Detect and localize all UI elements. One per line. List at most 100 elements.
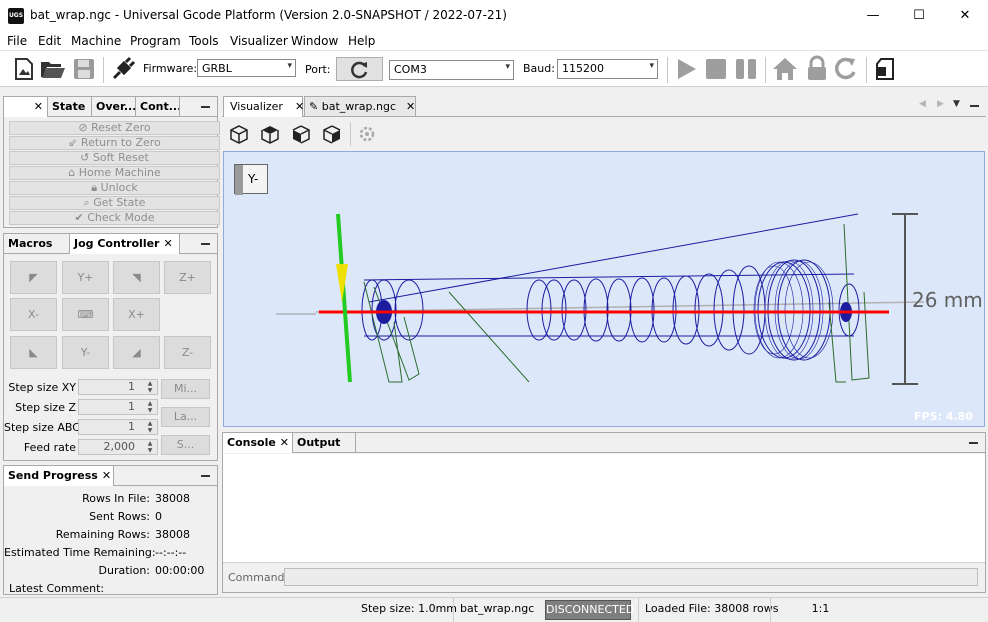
soft-reset-button[interactable]: ↺ Soft Reset [9, 151, 220, 165]
jog-y-minus-button[interactable]: Y- [62, 336, 109, 369]
pause-icon[interactable] [732, 55, 760, 83]
step-size-abc-input[interactable]: 1 ▲ ▼ [78, 419, 158, 435]
step-size-xy-input[interactable]: 1 ▲ ▼ [78, 379, 158, 395]
visualizer-canvas[interactable]: 26 mm Y- FPS: 4.80 [223, 151, 985, 427]
tab-macros[interactable]: Macros [4, 234, 70, 254]
command-input[interactable] [284, 568, 978, 586]
get-state-button[interactable]: ⌕ Get State [9, 196, 220, 210]
tab-overrides[interactable]: Over... [92, 97, 136, 117]
tab-list-dropdown-icon[interactable]: ▼ [953, 99, 960, 109]
menu-visualizer[interactable]: Visualizer [230, 34, 288, 48]
check-mode-button[interactable]: ✔ Check Mode [9, 211, 220, 225]
scroll-tabs-left-icon[interactable]: ◀ [919, 99, 926, 109]
connect-plug-icon[interactable] [109, 55, 137, 83]
close-icon[interactable]: ✕ [406, 100, 415, 113]
reset-zero-icon: ⊘ [78, 121, 92, 134]
close-icon[interactable]: ✕ [295, 100, 304, 113]
close-icon[interactable]: ✕ [34, 100, 43, 113]
menu-file[interactable]: File [7, 34, 27, 48]
open-folder-icon[interactable] [39, 55, 67, 83]
panel-tab-header: Macros Jog Controller ✕ [4, 234, 217, 254]
file-edit-icon: ✎ [309, 100, 322, 113]
menu-program[interactable]: Program [130, 34, 181, 48]
jog-x-minus-button[interactable]: X- [10, 298, 57, 331]
fps-counter: FPS: 4.80 [914, 410, 973, 423]
tab-actions[interactable]: ✕ [4, 97, 48, 117]
loaded-file-status: Loaded File: 38008 rows [638, 598, 784, 622]
play-icon[interactable] [672, 55, 700, 83]
tab-output[interactable]: Output [293, 433, 356, 453]
reset-zero-button[interactable]: ⊘ Reset Zero [9, 121, 220, 135]
title-bar: UGS bat_wrap.ngc - Universal Gcode Platf… [0, 0, 988, 31]
menu-window[interactable]: Window [291, 34, 338, 48]
minimize-panel-icon[interactable] [201, 243, 210, 245]
refresh-ports-button[interactable] [336, 57, 383, 81]
keyboard-jog-button[interactable]: ⌨ [62, 298, 109, 331]
close-icon[interactable]: ✕ [102, 469, 111, 482]
maximize-button[interactable]: ☐ [896, 0, 942, 31]
view-cube[interactable]: Y- [234, 164, 268, 195]
left-view-icon[interactable] [290, 123, 312, 145]
minimize-panel-icon[interactable] [969, 442, 978, 444]
tab-controller[interactable]: Cont... [136, 97, 180, 117]
new-file-icon[interactable] [10, 55, 38, 83]
return-to-zero-button[interactable]: ⇙ Return to Zero [9, 136, 220, 150]
home-icon[interactable] [771, 55, 799, 83]
jog-x-plus-button[interactable]: X+ [113, 298, 160, 331]
jog-y-plus-button[interactable]: Y+ [62, 261, 109, 294]
console-output-area[interactable] [223, 454, 985, 563]
tab-console[interactable]: Console ✕ [223, 433, 293, 453]
millimeters-button[interactable]: Mi... [161, 379, 210, 399]
settings-gear-icon[interactable] [357, 124, 377, 144]
menu-edit[interactable]: Edit [38, 34, 61, 48]
stop-icon[interactable] [702, 55, 730, 83]
top-view-icon[interactable] [259, 123, 281, 145]
minimize-panel-icon[interactable] [201, 475, 210, 477]
home-machine-button[interactable]: ⌂ Home Machine [9, 166, 220, 180]
minimize-editor-icon[interactable] [970, 105, 979, 107]
jog-down-right-button[interactable]: ◢ [113, 336, 160, 369]
smaller-step-button[interactable]: S... [161, 435, 210, 455]
tab-state[interactable]: State [48, 97, 92, 117]
sd-card-icon[interactable] [871, 55, 899, 83]
visualizer-toolbar [222, 118, 986, 150]
jog-down-left-button[interactable]: ◣ [10, 336, 57, 369]
port-select[interactable]: COM3 ▾ [389, 60, 514, 80]
minimize-panel-icon[interactable] [201, 106, 210, 108]
baud-select[interactable]: 115200 ▾ [557, 59, 658, 79]
tab-visualizer[interactable]: Visualizer ✕ [223, 96, 304, 117]
jog-z-minus-button[interactable]: Z- [164, 336, 211, 369]
close-button[interactable]: ✕ [942, 0, 988, 31]
menu-machine[interactable]: Machine [71, 34, 121, 48]
front-view-icon[interactable] [321, 123, 343, 145]
unlock-button[interactable]: 🔒︎ Unlock [9, 181, 220, 195]
jog-z-plus-button[interactable]: Z+ [164, 261, 211, 294]
sent-rows-label: Sent Rows: [89, 510, 150, 523]
jog-up-right-button[interactable]: ◥ [113, 261, 160, 294]
tab-gcode-file[interactable]: ✎ bat_wrap.ngc ✕ [304, 96, 416, 116]
iso-view-icon[interactable] [228, 123, 250, 145]
lock-icon[interactable] [803, 55, 831, 83]
reset-icon[interactable] [832, 55, 860, 83]
menu-tools[interactable]: Tools [189, 34, 219, 48]
close-icon[interactable]: ✕ [163, 237, 172, 250]
save-icon[interactable] [70, 55, 98, 83]
feed-rate-input[interactable]: 2,000 ▲ ▼ [78, 439, 158, 455]
panel-tab-header: Console ✕ Output [223, 433, 985, 453]
tab-send-progress-label: Send Progress [8, 469, 98, 482]
menu-help[interactable]: Help [348, 34, 375, 48]
tab-jog-controller[interactable]: Jog Controller ✕ [70, 234, 180, 254]
spinner-arrows-icon[interactable]: ▲ ▼ [144, 440, 156, 454]
scroll-tabs-right-icon[interactable]: ▶ [937, 99, 944, 109]
spinner-arrows-icon[interactable]: ▲ ▼ [144, 380, 156, 394]
close-icon[interactable]: ✕ [280, 436, 289, 449]
larger-step-button[interactable]: La... [161, 407, 210, 427]
jog-up-left-button[interactable]: ◤ [10, 261, 57, 294]
minimize-button[interactable]: — [850, 0, 896, 31]
firmware-select[interactable]: GRBL ▾ [197, 59, 296, 77]
spinner-arrows-icon[interactable]: ▲ ▼ [144, 420, 156, 434]
tab-send-progress[interactable]: Send Progress ✕ [4, 466, 114, 486]
spinner-arrows-icon[interactable]: ▲ ▼ [144, 400, 156, 414]
chevron-down-icon: ▾ [287, 61, 292, 71]
step-size-z-input[interactable]: 1 ▲ ▼ [78, 399, 158, 415]
